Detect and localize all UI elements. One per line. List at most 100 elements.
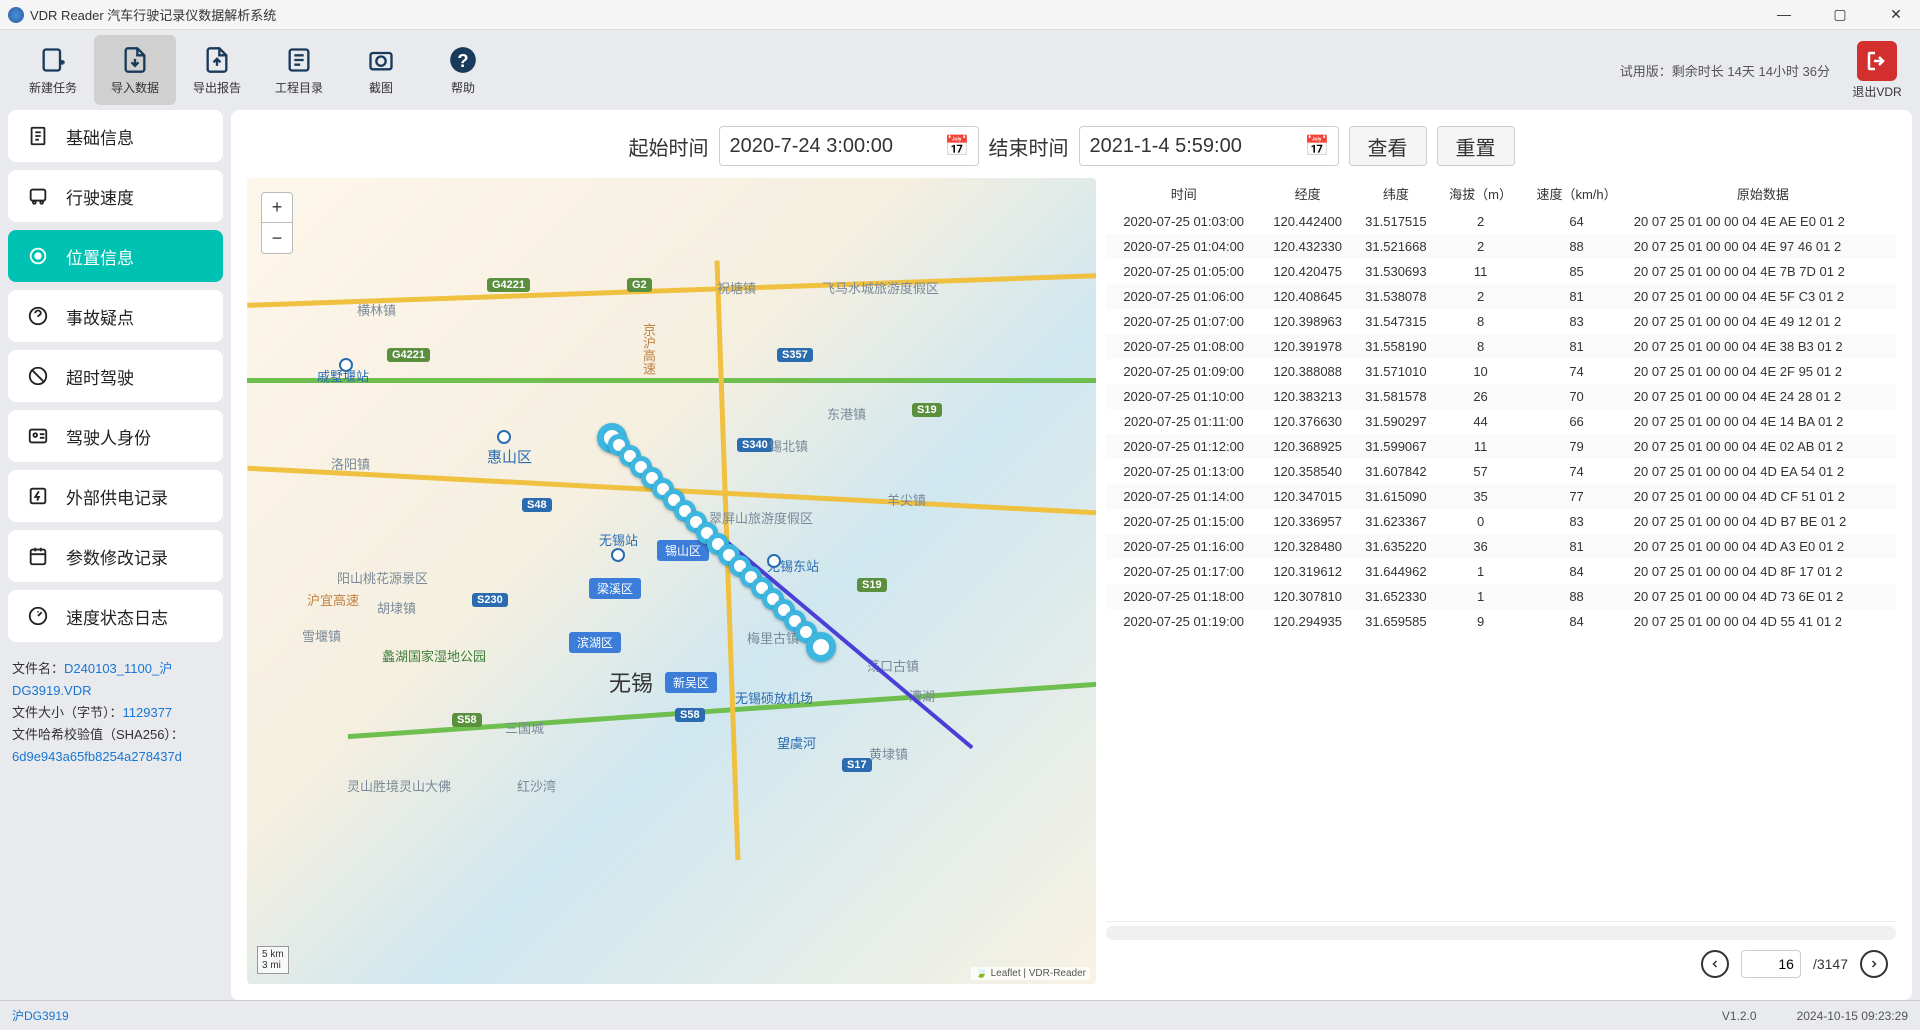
nav-label: 超时驾驶 (66, 364, 134, 389)
table-row[interactable]: 2020-07-25 01:09:00120.38808831.57101010… (1106, 359, 1896, 384)
close-button[interactable]: ✕ (1880, 6, 1912, 23)
map-label: 灵山胜境灵山大佛 (347, 776, 451, 795)
end-time-label: 结束时间 (989, 132, 1069, 161)
table-row[interactable]: 2020-07-25 01:13:00120.35854031.60784257… (1106, 459, 1896, 484)
route-badge: G4221 (487, 278, 530, 292)
id-icon (26, 424, 50, 448)
table-row[interactable]: 2020-07-25 01:19:00120.29493531.65958598… (1106, 609, 1896, 634)
table-row[interactable]: 2020-07-25 01:15:00120.33695731.62336708… (1106, 509, 1896, 534)
tool-help[interactable]: ? 帮助 (422, 35, 504, 105)
route-badge: S19 (912, 403, 942, 417)
import-icon (120, 45, 150, 75)
app-title: VDR Reader 汽车行驶记录仪数据解析系统 (30, 5, 1768, 24)
map-label: 无锡硕放机场 (735, 688, 813, 707)
view-button[interactable]: 查看 (1349, 126, 1427, 166)
map-attribution: 🍃 Leaflet | VDR-Reader (971, 967, 1090, 980)
nav-location[interactable]: 位置信息 (8, 230, 223, 282)
nav-power[interactable]: 外部供电记录 (8, 470, 223, 522)
sidebar: 基础信息 行驶速度 位置信息 事故疑点 超时驾驶 驾驶人身份 外部供电记录 参 (8, 110, 223, 1000)
page-input[interactable] (1741, 950, 1801, 978)
status-plate: 沪DG3919 (12, 1007, 69, 1024)
route-badge: S58 (675, 708, 705, 722)
data-table: 时间 经度 纬度 海拔（m） 速度（km/h） 原始数据 2020-07-25 … (1106, 178, 1896, 634)
file-info: 文件名：D240103_1100_沪DG3919.VDR 文件大小（字节）：11… (8, 650, 223, 776)
route-badge: S17 (842, 758, 872, 772)
route-badge: S19 (857, 578, 887, 592)
time-controls: 起始时间 2020-7-24 3:00:00 📅 结束时间 2021-1-4 5… (247, 126, 1896, 166)
metro-icon (767, 554, 781, 568)
maximize-button[interactable]: ▢ (1824, 6, 1856, 23)
table-row[interactable]: 2020-07-25 01:14:00120.34701531.61509035… (1106, 484, 1896, 509)
trial-info: 试用版：剩余时长 14天 14小时 36分 (1620, 61, 1830, 80)
track-point[interactable] (806, 632, 836, 662)
metro-icon (339, 358, 353, 372)
table-row[interactable]: 2020-07-25 01:17:00120.31961231.64496218… (1106, 559, 1896, 584)
nav-label: 速度状态日志 (66, 604, 168, 629)
table-row[interactable]: 2020-07-25 01:08:00120.39197831.55819088… (1106, 334, 1896, 359)
page-next-button[interactable] (1860, 950, 1888, 978)
nav-label: 事故疑点 (66, 304, 134, 329)
district-badge: 锡山区 (657, 540, 709, 561)
table-row[interactable]: 2020-07-25 01:11:00120.37663031.59029744… (1106, 409, 1896, 434)
horizontal-scrollbar[interactable] (1106, 926, 1896, 940)
zoom-out-button[interactable]: − (262, 223, 292, 253)
page-prev-button[interactable] (1701, 950, 1729, 978)
end-time-input[interactable]: 2021-1-4 5:59:00 📅 (1079, 126, 1339, 166)
minimize-button[interactable]: — (1768, 6, 1800, 23)
nav-speed-log[interactable]: 速度状态日志 (8, 590, 223, 642)
tool-screenshot[interactable]: 截图 (340, 35, 422, 105)
nav-driver[interactable]: 驾驶人身份 (8, 410, 223, 462)
table-row[interactable]: 2020-07-25 01:04:00120.43233031.52166828… (1106, 234, 1896, 259)
new-task-icon (38, 45, 68, 75)
tool-export-label: 导出报告 (193, 79, 241, 96)
export-icon (202, 45, 232, 75)
col-lon: 经度 (1261, 178, 1354, 209)
nav-overtime[interactable]: 超时驾驶 (8, 350, 223, 402)
data-table-scroll[interactable]: 时间 经度 纬度 海拔（m） 速度（km/h） 原始数据 2020-07-25 … (1106, 178, 1896, 922)
road (247, 378, 1096, 383)
route-badge: G2 (627, 278, 652, 292)
document-icon (26, 124, 50, 148)
tool-import-data[interactable]: 导入数据 (94, 35, 176, 105)
exit-button[interactable]: 退出VDR (1846, 35, 1908, 105)
nav-label: 行驶速度 (66, 184, 134, 209)
reset-button[interactable]: 重置 (1437, 126, 1515, 166)
table-row[interactable]: 2020-07-25 01:10:00120.38321331.58157826… (1106, 384, 1896, 409)
tool-new-task[interactable]: 新建任务 (12, 35, 94, 105)
map-label: 惠山区 (487, 446, 532, 467)
table-row[interactable]: 2020-07-25 01:18:00120.30781031.65233018… (1106, 584, 1896, 609)
gauge-icon (26, 604, 50, 628)
nav-basic-info[interactable]: 基础信息 (8, 110, 223, 162)
folder-icon (284, 45, 314, 75)
nav-label: 基础信息 (66, 124, 134, 149)
table-row[interactable]: 2020-07-25 01:16:00120.32848031.63522036… (1106, 534, 1896, 559)
table-row[interactable]: 2020-07-25 01:03:00120.44240031.51751526… (1106, 209, 1896, 234)
table-row[interactable]: 2020-07-25 01:07:00120.39896331.54731588… (1106, 309, 1896, 334)
end-time-value: 2021-1-4 5:59:00 (1090, 135, 1242, 158)
help-icon: ? (448, 45, 478, 75)
map[interactable]: G4221 G4221 G2 S357 S19 S340 S48 S230 S1… (247, 178, 1096, 984)
table-row[interactable]: 2020-07-25 01:12:00120.36892531.59906711… (1106, 434, 1896, 459)
tool-project-dir[interactable]: 工程目录 (258, 35, 340, 105)
start-time-label: 起始时间 (629, 132, 709, 161)
tool-export-report[interactable]: 导出报告 (176, 35, 258, 105)
col-alt: 海拔（m） (1438, 178, 1524, 209)
file-name-label: 文件名： (12, 661, 64, 676)
start-time-input[interactable]: 2020-7-24 3:00:00 📅 (719, 126, 979, 166)
calendar-icon (26, 544, 50, 568)
map-label: 翠屏山旅游度假区 (709, 508, 813, 527)
nav-label: 位置信息 (66, 244, 134, 269)
toolbar: 新建任务 导入数据 导出报告 工程目录 截图 ? 帮助 试用版：剩余时长 14天… (0, 30, 1920, 110)
map-label: 雪堰镇 (302, 626, 341, 645)
exit-label: 退出VDR (1852, 83, 1901, 100)
table-row[interactable]: 2020-07-25 01:05:00120.42047531.53069311… (1106, 259, 1896, 284)
map-label: 祝塘镇 (717, 278, 756, 297)
table-row[interactable]: 2020-07-25 01:06:00120.40864531.53807828… (1106, 284, 1896, 309)
district-badge: 滨湖区 (569, 632, 621, 653)
col-speed: 速度（km/h） (1523, 178, 1629, 209)
content-pane: 起始时间 2020-7-24 3:00:00 📅 结束时间 2021-1-4 5… (231, 110, 1912, 1000)
nav-accident[interactable]: 事故疑点 (8, 290, 223, 342)
zoom-in-button[interactable]: + (262, 193, 292, 223)
nav-speed[interactable]: 行驶速度 (8, 170, 223, 222)
nav-params[interactable]: 参数修改记录 (8, 530, 223, 582)
